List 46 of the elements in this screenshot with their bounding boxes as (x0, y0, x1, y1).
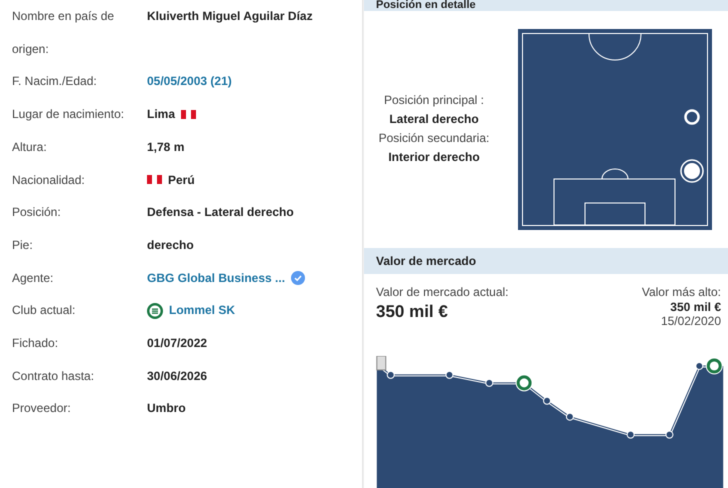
field-label: Lugar de nacimiento: (12, 106, 126, 124)
chart-point[interactable] (626, 430, 635, 438)
chart-point[interactable] (665, 430, 674, 438)
flag-icon (147, 175, 162, 184)
position-value: Interior derecho (388, 149, 480, 166)
position-label: Posición secundaria: (378, 130, 490, 148)
chart-point[interactable] (566, 412, 574, 420)
value-link[interactable]: Lommel SK (169, 294, 236, 328)
field-value: 30/06/2026 (147, 368, 208, 385)
field-value: Kluiverth Miguel Aguilar Díaz (147, 8, 313, 25)
value-link[interactable]: GBG Global Business ... (147, 262, 286, 294)
chart-point[interactable] (485, 378, 494, 386)
field-label: Pie: (12, 236, 34, 254)
position-value: Lateral derecho (389, 111, 479, 128)
chart-point[interactable] (445, 370, 454, 379)
field-label: Agente: (12, 270, 54, 287)
highest-value: 350 mil € (670, 300, 721, 314)
field-value: 1,78 m (147, 138, 184, 156)
field-label: Altura: (12, 138, 48, 156)
section-header: Valor de mercado (364, 248, 728, 274)
field-value: 01/07/2022 (147, 335, 208, 352)
field-label: Nombre en país de origen: (12, 8, 116, 58)
flag-icon (181, 110, 196, 119)
chart-point[interactable] (695, 362, 704, 370)
current-value: 350 mil € (376, 302, 449, 322)
field-value: Defensa - Lateral derecho (147, 204, 294, 222)
highest-value-label: Valor más alto: (642, 284, 721, 300)
field-label: Proveedor: (12, 400, 72, 418)
field-label: Posición: (12, 204, 62, 222)
value-link[interactable]: 05/05/2003 (21) (147, 65, 232, 98)
field-label: Club actual: (12, 302, 76, 320)
section-header: Posición en detalle (364, 0, 728, 11)
highest-value-date: 15/02/2020 (660, 314, 721, 328)
field-label: Contrato hasta: (12, 368, 96, 385)
position-label: Posición principal : (384, 92, 484, 110)
field-value: Lima (147, 106, 176, 124)
field-label: Fichado: (12, 335, 60, 352)
chart-point[interactable] (386, 370, 395, 379)
field-value: derecho (147, 236, 194, 254)
field-value: Perú (168, 172, 195, 189)
field-value: Umbro (147, 400, 186, 418)
verified-icon (291, 270, 306, 285)
field-label: Nacionalidad: (12, 172, 86, 189)
current-value-label: Valor de mercado actual: (376, 284, 509, 300)
chart-point[interactable] (543, 396, 551, 404)
field-label: F. Nacim./Edad: (12, 73, 98, 90)
